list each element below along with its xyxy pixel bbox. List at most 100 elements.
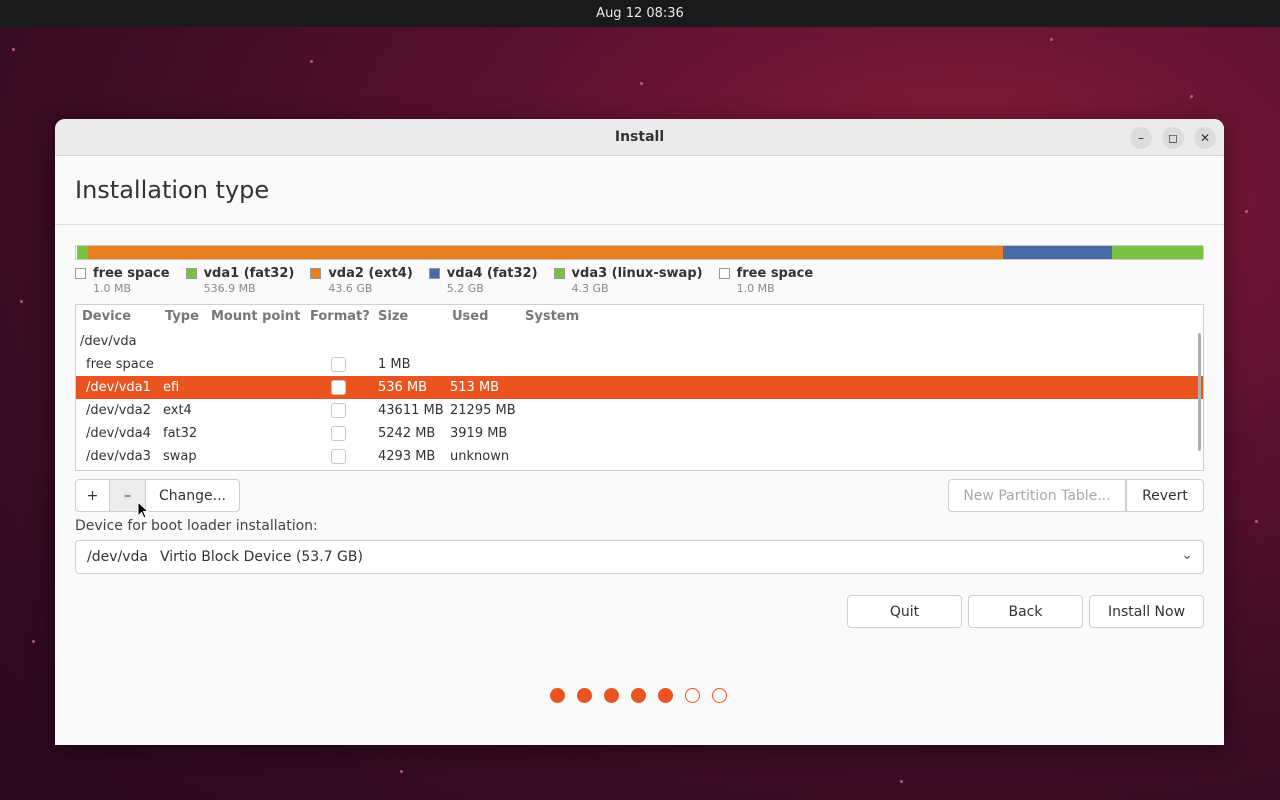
change-partition-button[interactable]: Change... xyxy=(145,479,240,512)
partition-bar xyxy=(75,245,1204,260)
table-row[interactable]: free space 1 MB xyxy=(76,353,1203,376)
col-type[interactable]: Type xyxy=(165,309,199,324)
bootloader-description: Virtio Block Device (53.7 GB) xyxy=(159,549,363,565)
progress-dot xyxy=(658,688,673,703)
star xyxy=(400,770,403,773)
star xyxy=(20,300,23,303)
cell-size: 1 MB xyxy=(378,357,411,372)
legend-swatch xyxy=(310,268,322,279)
col-system[interactable]: System xyxy=(525,309,579,324)
revert-button[interactable]: Revert xyxy=(1126,479,1204,512)
legend-size: 4.3 GB xyxy=(571,282,609,295)
mouse-pointer-icon xyxy=(137,501,149,519)
partition-bar-segment xyxy=(77,246,89,259)
format-checkbox[interactable] xyxy=(331,403,346,418)
bootloader-device-select[interactable]: /dev/vda Virtio Block Device (53.7 GB) ⌄ xyxy=(75,540,1204,574)
progress-dot xyxy=(604,688,619,703)
legend-item: free space 1.0 MB xyxy=(75,266,170,295)
installer-window: Install – ◻ ✕ Installation type free spa… xyxy=(55,119,1224,745)
quit-button[interactable]: Quit xyxy=(847,595,962,628)
cell-used: 513 MB xyxy=(450,380,500,395)
legend-swatch xyxy=(428,268,440,279)
star xyxy=(1050,38,1053,41)
page-title: Installation type xyxy=(75,176,270,204)
cell-size: 5242 MB xyxy=(378,426,436,441)
star xyxy=(310,60,313,63)
cell-device: /dev/vda2 xyxy=(86,403,151,418)
legend-swatch xyxy=(718,268,730,279)
cell-device: /dev/vda4 xyxy=(86,426,151,441)
page-header: Installation type xyxy=(55,156,1224,225)
table-header: Device Type Mount point Format? Size Use… xyxy=(76,305,1203,330)
legend-label: vda3 (linux-swap) xyxy=(571,266,703,281)
legend-label: vda4 (fat32) xyxy=(446,266,538,281)
col-size[interactable]: Size xyxy=(378,309,408,324)
progress-dots xyxy=(550,688,727,703)
legend-item: free space 1.0 MB xyxy=(718,266,814,295)
cell-size: 536 MB xyxy=(378,380,428,395)
legend-item: vda4 (fat32) 5.2 GB xyxy=(428,266,538,295)
partition-bar-segment xyxy=(88,246,1003,259)
table-scrollbar[interactable] xyxy=(1198,333,1201,451)
table-row[interactable]: /dev/vda4 fat32 5242 MB 3919 MB xyxy=(76,422,1203,445)
legend-item: vda1 (fat32) 536.9 MB xyxy=(185,266,295,295)
title-bar[interactable]: Install – ◻ ✕ xyxy=(55,119,1224,156)
legend-label: free space xyxy=(93,266,170,281)
col-used[interactable]: Used xyxy=(452,309,488,324)
table-row-group[interactable]: /dev/vda xyxy=(76,330,1203,353)
progress-dot xyxy=(631,688,646,703)
minimize-button[interactable]: – xyxy=(1130,127,1152,149)
legend-size: 1.0 MB xyxy=(736,282,775,295)
partition-bar-segment xyxy=(1002,246,1112,259)
format-checkbox[interactable] xyxy=(331,449,346,464)
clock[interactable]: Aug 12 08:36 xyxy=(596,6,684,21)
progress-dot xyxy=(577,688,592,703)
cell-size: 43611 MB xyxy=(378,403,444,418)
cell-device: free space xyxy=(86,357,154,372)
legend-label: free space xyxy=(736,266,814,281)
bootloader-label: Device for boot loader installation: xyxy=(75,518,318,534)
star xyxy=(12,48,15,51)
cell-type: ext4 xyxy=(163,403,192,418)
legend-size: 1.0 MB xyxy=(93,282,132,295)
cell-type: efi xyxy=(163,380,180,395)
legend-label: vda2 (ext4) xyxy=(328,266,413,281)
legend-swatch xyxy=(553,268,565,279)
col-mount-point[interactable]: Mount point xyxy=(211,309,300,324)
close-button[interactable]: ✕ xyxy=(1194,127,1216,149)
new-partition-table-button[interactable]: New Partition Table... xyxy=(948,479,1126,512)
format-checkbox[interactable] xyxy=(331,380,346,395)
cell-used: 21295 MB xyxy=(450,403,516,418)
back-button[interactable]: Back xyxy=(968,595,1083,628)
star xyxy=(1190,95,1193,98)
cell-used: unknown xyxy=(450,449,510,464)
legend-size: 43.6 GB xyxy=(328,282,373,295)
legend-item: vda2 (ext4) 43.6 GB xyxy=(310,266,413,295)
window-title: Install xyxy=(614,129,665,145)
table-row[interactable]: /dev/vda2 ext4 43611 MB 21295 MB xyxy=(76,399,1203,422)
col-device[interactable]: Device xyxy=(82,309,131,324)
star xyxy=(32,640,35,643)
col-format[interactable]: Format? xyxy=(310,309,370,324)
group-label: /dev/vda xyxy=(80,334,137,349)
table-row[interactable]: /dev/vda1 efi 536 MB 513 MB xyxy=(76,376,1203,399)
partition-legend: free space 1.0 MB vda1 (fat32) 536.9 MB vda2… xyxy=(75,266,829,295)
bootloader-device: /dev/vda xyxy=(87,549,148,565)
star xyxy=(1255,520,1258,523)
format-checkbox[interactable] xyxy=(331,357,346,372)
cell-type: fat32 xyxy=(163,426,198,441)
table-row[interactable]: /dev/vda3 swap 4293 MB unknown xyxy=(76,445,1203,468)
legend-label: vda1 (fat32) xyxy=(203,266,295,281)
legend-size: 536.9 MB xyxy=(203,282,256,295)
cell-device: /dev/vda3 xyxy=(86,449,151,464)
legend-swatch xyxy=(185,268,197,279)
legend-swatch xyxy=(75,268,86,279)
maximize-button[interactable]: ◻ xyxy=(1162,127,1184,149)
install-now-button[interactable]: Install Now xyxy=(1089,595,1204,628)
add-partition-button[interactable]: + xyxy=(75,479,110,512)
cell-used: 3919 MB xyxy=(450,426,508,441)
cell-size: 4293 MB xyxy=(378,449,436,464)
progress-dot xyxy=(712,688,727,703)
format-checkbox[interactable] xyxy=(331,426,346,441)
cell-type: swap xyxy=(163,449,197,464)
